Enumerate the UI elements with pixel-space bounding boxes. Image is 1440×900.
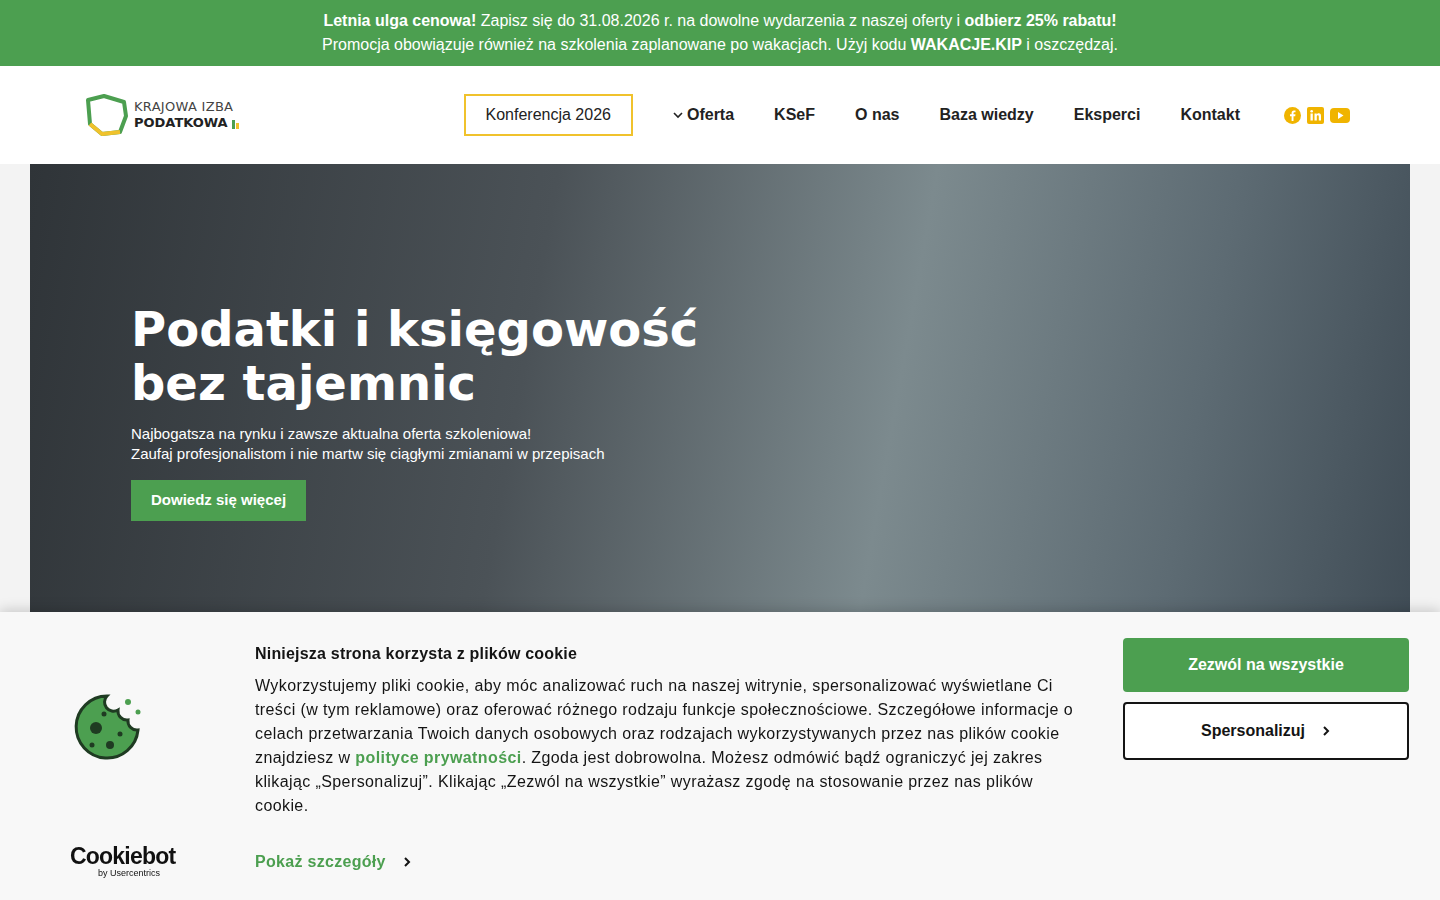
nav-label: O nas bbox=[855, 103, 899, 127]
cookiebot-logo: Cookiebotby Usercentrics bbox=[70, 844, 245, 878]
nav-label: KSeF bbox=[774, 103, 815, 127]
details-label: Pokaż szczegóły bbox=[255, 850, 386, 874]
nav-item[interactable]: Konferencja 2026 bbox=[464, 94, 633, 136]
cookie-title: Niniejsza strona korzysta z plików cooki… bbox=[255, 642, 1075, 666]
promo-text: i oszczędzaj. bbox=[1022, 36, 1118, 53]
cookie-text: Niniejsza strona korzysta z plików cooki… bbox=[245, 612, 1095, 900]
customize-label: Spersonalizuj bbox=[1201, 719, 1305, 743]
nav-label: Oferta bbox=[687, 103, 734, 127]
hero-title: Podatki i księgowośćbez tajemnic bbox=[131, 302, 1410, 410]
learn-more-button[interactable]: Dowiedz się więcej bbox=[131, 480, 306, 521]
social-links bbox=[1284, 107, 1350, 124]
poland-map-icon bbox=[84, 92, 130, 138]
cookie-buttons: Zezwól na wszystkie Spersonalizuj bbox=[1123, 612, 1409, 900]
nav-item[interactable]: Baza wiedzy bbox=[939, 103, 1033, 127]
nav-label: Baza wiedzy bbox=[939, 103, 1033, 127]
nav-label: Kontakt bbox=[1180, 103, 1240, 127]
promo-line: Promocja obowiązuje również na szkolenia… bbox=[10, 33, 1430, 57]
logo-word: PODATKOWA bbox=[134, 115, 228, 131]
nav-item[interactable]: KSeF bbox=[774, 103, 815, 127]
logo-line: KRAJOWA IZBA bbox=[134, 99, 240, 115]
hero-title-line: Podatki i księgowość bbox=[131, 302, 1410, 356]
chevron-down-icon bbox=[673, 111, 683, 119]
logo-text: KRAJOWA IZBAPODATKOWA bbox=[134, 99, 240, 131]
cookie-banner: Cookiebotby Usercentrics Niniejsza strona… bbox=[0, 612, 1440, 900]
hero-subtitle: Najbogatsza na rynku i zawsze aktualna o… bbox=[131, 424, 1410, 444]
nav-label: Konferencja 2026 bbox=[486, 103, 611, 127]
chevron-right-icon bbox=[1321, 725, 1331, 737]
site-header: KRAJOWA IZBAPODATKOWA Konferencja 2026 Ofe… bbox=[0, 66, 1440, 164]
brand-sub: by Usercentrics bbox=[70, 868, 245, 878]
allow-all-button[interactable]: Zezwól na wszystkie bbox=[1123, 638, 1409, 692]
nav-item[interactable]: Eksperci bbox=[1074, 103, 1141, 127]
nav-label: Eksperci bbox=[1074, 103, 1141, 127]
youtube-icon[interactable] bbox=[1330, 108, 1350, 123]
cookie-icon bbox=[70, 690, 245, 764]
logo[interactable]: KRAJOWA IZBAPODATKOWA bbox=[84, 92, 240, 138]
promo-line: Letnia ulga cenowa! Zapisz się do 31.08.… bbox=[10, 9, 1430, 33]
cookie-body: Wykorzystujemy pliki cookie, aby móc ana… bbox=[255, 674, 1075, 818]
show-details-link[interactable]: Pokaż szczegóły bbox=[255, 850, 412, 874]
nav-item[interactable]: O nas bbox=[855, 103, 899, 127]
brand-name: Cookiebot bbox=[70, 844, 245, 868]
promo-text: Promocja obowiązuje również na szkolenia… bbox=[322, 36, 911, 53]
facebook-icon[interactable] bbox=[1284, 107, 1301, 124]
linkedin-icon[interactable] bbox=[1307, 107, 1324, 124]
promo-text: Zapisz się do 31.08.2026 r. na dowolne w… bbox=[476, 12, 964, 29]
customize-button[interactable]: Spersonalizuj bbox=[1123, 702, 1409, 760]
hero-title-line: bez tajemnic bbox=[131, 356, 1410, 410]
promo-text: Letnia ulga cenowa! bbox=[323, 12, 476, 29]
nav-item[interactable]: Kontakt bbox=[1180, 103, 1240, 127]
cookie-left: Cookiebotby Usercentrics bbox=[0, 612, 245, 900]
bars-icon bbox=[232, 118, 240, 129]
logo-line: PODATKOWA bbox=[134, 115, 240, 131]
chevron-right-icon bbox=[402, 856, 412, 868]
nav-item[interactable]: Oferta bbox=[673, 103, 734, 127]
promo-text: odbierz 25% rabatu! bbox=[965, 12, 1117, 29]
privacy-link[interactable]: polityce prywatności bbox=[355, 749, 521, 766]
hero-subtitle: Zaufaj profesjonalistom i nie martw się … bbox=[131, 444, 1410, 464]
promo-bar: Letnia ulga cenowa! Zapisz się do 31.08.… bbox=[0, 0, 1440, 66]
promo-text: WAKACJE.KIP bbox=[911, 36, 1022, 53]
main-nav: Konferencja 2026 Oferta KSeF O nas Baza wied… bbox=[464, 94, 1350, 136]
